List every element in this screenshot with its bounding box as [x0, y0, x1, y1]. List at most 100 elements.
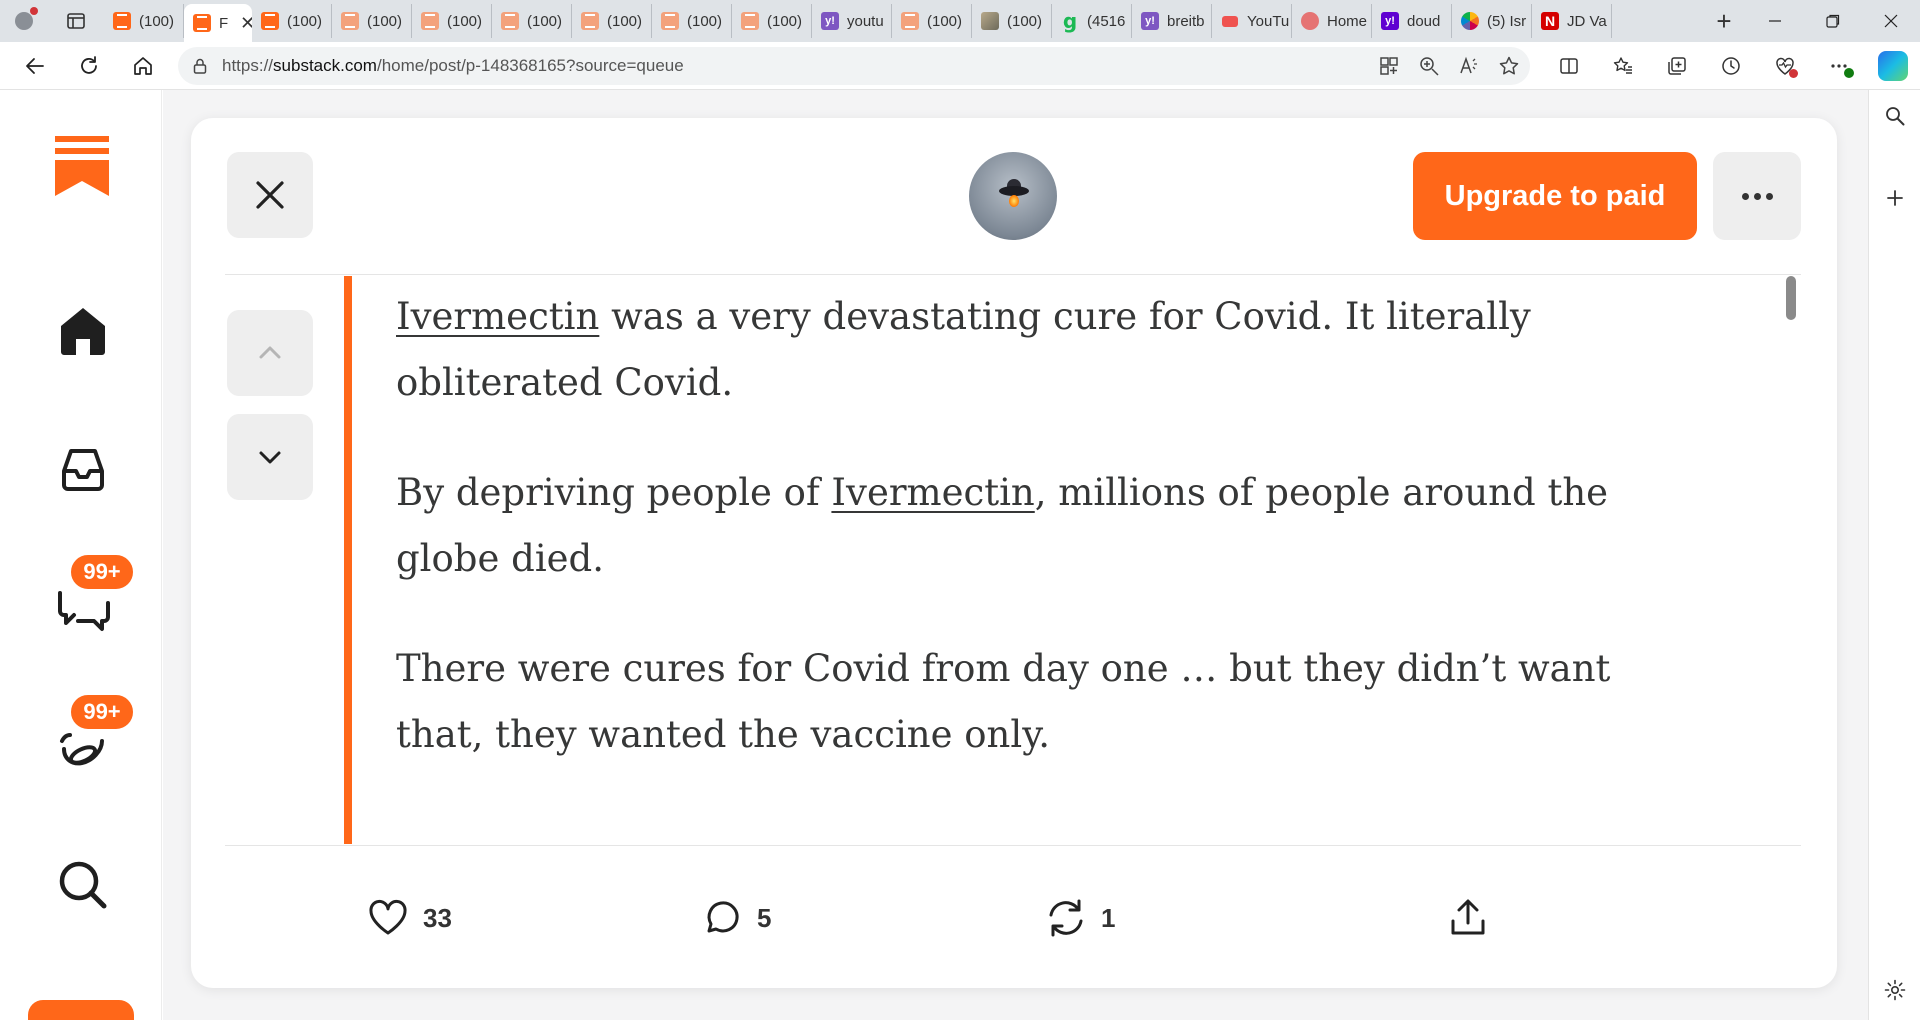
lock-icon[interactable]	[178, 57, 222, 75]
address-bar[interactable]: https://substack.com/home/post/p-1483681…	[178, 47, 1530, 85]
previous-post-button[interactable]	[227, 310, 313, 396]
substack-logo-icon[interactable]	[55, 136, 109, 196]
browser-tab[interactable]: (100)	[332, 4, 412, 38]
browser-tab[interactable]: (100)	[412, 4, 492, 38]
favorite-star-icon[interactable]	[1498, 55, 1520, 77]
back-button[interactable]	[8, 44, 62, 88]
split-screen-button[interactable]	[1542, 42, 1596, 90]
yahoo-favicon-icon: y!	[821, 12, 839, 30]
browser-tab[interactable]: N JD Va	[1532, 4, 1612, 38]
collections-icon	[1668, 57, 1686, 75]
sidebar-item-inbox[interactable]	[48, 433, 118, 503]
zoom-icon[interactable]	[1418, 55, 1440, 77]
substack-favicon-icon	[501, 12, 519, 30]
browser-tab[interactable]: Home	[1292, 4, 1372, 38]
paragraph-text: There were cures for Covid from day one …	[396, 647, 1611, 756]
tab-actions-button[interactable]	[48, 0, 104, 42]
browser-tab[interactable]: (100)	[104, 4, 184, 38]
tab-title: (100)	[687, 12, 723, 30]
tab-title: doud	[1407, 12, 1441, 30]
footer-divider	[225, 845, 1801, 846]
home-icon	[134, 56, 152, 75]
favorites-button[interactable]	[1596, 42, 1650, 90]
comment-button[interactable]: 5	[701, 888, 771, 948]
back-arrow-icon	[26, 57, 44, 74]
browser-tab[interactable]: (100)	[732, 4, 812, 38]
nbc-peacock-favicon-icon	[1461, 12, 1479, 30]
collections-button[interactable]	[1650, 42, 1704, 90]
tab-title: (100)	[527, 12, 563, 30]
share-button[interactable]	[1447, 888, 1489, 948]
paragraph-text: By depriving people of	[396, 471, 832, 514]
header-divider	[225, 274, 1801, 275]
copilot-button[interactable]	[1866, 42, 1920, 90]
profile-button[interactable]	[0, 0, 48, 42]
read-aloud-icon[interactable]	[1458, 55, 1480, 77]
pinterest-favicon-icon	[1301, 12, 1319, 30]
newsmax-n-favicon-icon: N	[1541, 12, 1559, 30]
gear-icon[interactable]	[1883, 978, 1907, 1002]
browser-tab[interactable]: (100)	[572, 4, 652, 38]
substack-favicon-icon	[261, 12, 279, 30]
publication-avatar[interactable]	[969, 152, 1057, 240]
browser-tab-active[interactable]: F ✕	[184, 4, 252, 42]
content-scrollbar[interactable]	[1786, 276, 1796, 320]
youtube-favicon-icon	[1221, 12, 1239, 30]
chevron-down-icon	[259, 451, 281, 464]
browser-essentials-button[interactable]	[1758, 42, 1812, 90]
yahoo-favicon-icon: y!	[1141, 12, 1159, 30]
close-post-button[interactable]	[227, 152, 313, 238]
settings-more-button[interactable]	[1812, 42, 1866, 90]
browser-tab[interactable]: y! youtu	[812, 4, 892, 38]
substack-favicon-icon	[901, 12, 919, 30]
url-text[interactable]: https://substack.com/home/post/p-1483681…	[222, 56, 684, 76]
ivermectin-link[interactable]: Ivermectin	[831, 471, 1034, 514]
next-post-button[interactable]	[227, 414, 313, 500]
minimize-button[interactable]	[1746, 0, 1804, 42]
browser-tab[interactable]: YouTu	[1212, 4, 1292, 38]
browser-tab[interactable]: g (4516	[1052, 4, 1132, 38]
restore-button[interactable]	[1804, 0, 1862, 42]
browser-tab[interactable]: y! breitb	[1132, 4, 1212, 38]
add-icon[interactable]	[1883, 186, 1907, 210]
browser-tab[interactable]: y! doud	[1372, 4, 1452, 38]
new-tab-button[interactable]: +	[1702, 0, 1746, 42]
refresh-button[interactable]	[62, 44, 116, 88]
browser-tab[interactable]: (5) Isr	[1452, 4, 1532, 38]
image-favicon-icon	[981, 12, 999, 30]
sidebar-item-search[interactable]	[48, 850, 118, 920]
browser-tab[interactable]: (100)	[972, 4, 1052, 38]
heart-icon	[369, 900, 407, 935]
quote-accent-bar	[344, 276, 352, 844]
comment-bubble-icon	[707, 901, 739, 933]
browser-tab[interactable]: (100)	[892, 4, 972, 38]
restack-button[interactable]: 1	[1045, 888, 1115, 948]
history-button[interactable]	[1704, 42, 1758, 90]
sidebar-item-home[interactable]	[48, 295, 118, 365]
more-options-button[interactable]	[1713, 152, 1801, 240]
like-button[interactable]: 33	[367, 888, 452, 948]
create-post-button[interactable]	[28, 1000, 134, 1020]
close-window-button[interactable]	[1862, 0, 1920, 42]
url-host: substack.com	[273, 56, 377, 75]
apps-icon[interactable]	[1378, 55, 1400, 77]
browser-tab[interactable]: (100)	[252, 4, 332, 38]
close-icon	[1884, 14, 1898, 28]
paragraph: Ivermectin was a very devastating cure f…	[396, 284, 1696, 416]
more-dot	[1741, 192, 1749, 200]
search-icon[interactable]	[1883, 104, 1907, 128]
browser-tab[interactable]: (100)	[492, 4, 572, 38]
browser-tab[interactable]: (100)	[652, 4, 732, 38]
home-button[interactable]	[116, 44, 170, 88]
ivermectin-link[interactable]: Ivermectin	[396, 295, 599, 338]
tab-close-icon[interactable]: ✕	[240, 13, 252, 34]
tab-title: (100)	[767, 12, 803, 30]
tab-title: YouTu	[1247, 12, 1290, 30]
tab-title: breitb	[1167, 12, 1205, 30]
activity-count-badge: 99+	[68, 692, 136, 732]
substack-favicon-icon	[741, 12, 759, 30]
home-icon	[61, 308, 105, 355]
upgrade-to-paid-button[interactable]: Upgrade to paid	[1413, 152, 1697, 240]
history-icon	[1722, 57, 1740, 75]
more-dot	[1753, 192, 1761, 200]
